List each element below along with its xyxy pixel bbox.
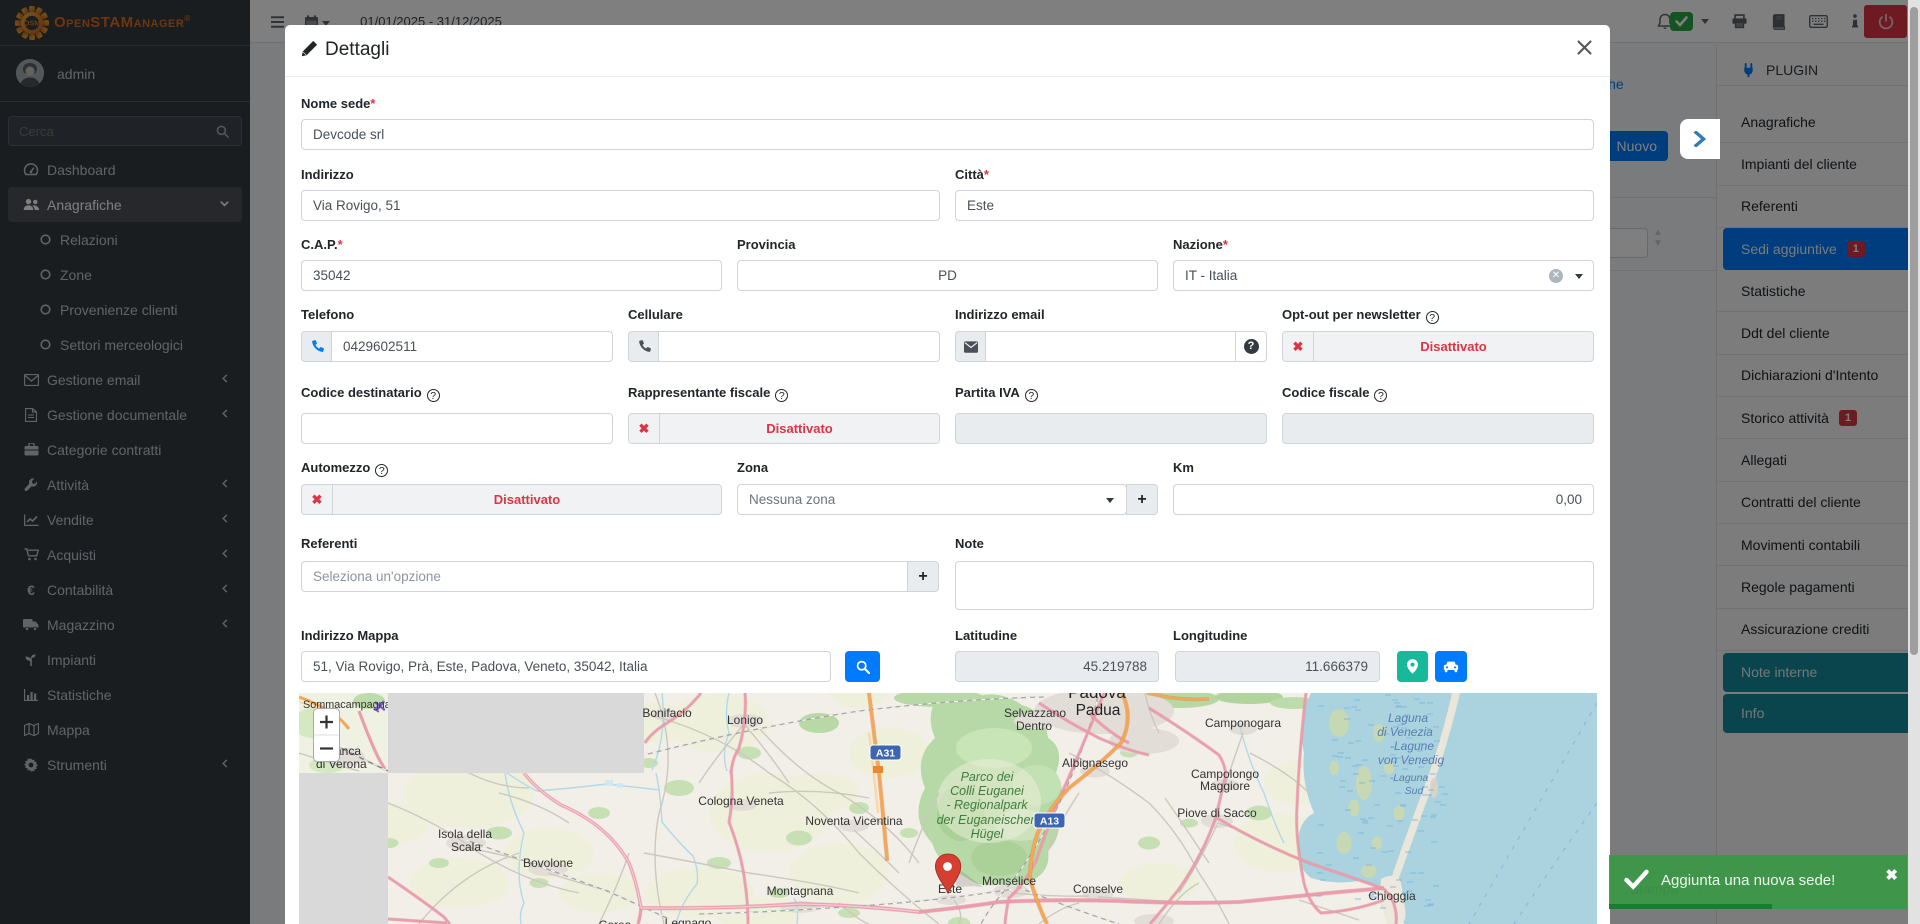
svg-text:Sud: Sud [1405, 785, 1425, 797]
svg-text:der Euganeischen: der Euganeischen [937, 813, 1038, 827]
svg-text:Colli Euganei: Colli Euganei [950, 784, 1025, 798]
svg-text:di Venezia: di Venezia [1377, 725, 1433, 739]
svg-text:- Regionalpark: - Regionalpark [946, 798, 1028, 812]
svg-text:Laguna: Laguna [1388, 711, 1428, 725]
svg-text:von Venedig: von Venedig [1378, 753, 1445, 767]
svg-text:Camponogara: Camponogara [1205, 716, 1281, 730]
svg-text:-Lagune: -Lagune [1390, 739, 1434, 753]
svg-text:Montagnana: Montagnana [767, 884, 834, 898]
svg-text:Maggiore: Maggiore [1200, 779, 1250, 793]
svg-text:Parco dei: Parco dei [961, 770, 1015, 784]
svg-text:A13: A13 [1040, 816, 1059, 828]
svg-text:Cerea: Cerea [599, 918, 632, 924]
svg-text:Conselve: Conselve [1073, 882, 1123, 896]
svg-text:Bovolone: Bovolone [523, 856, 573, 870]
svg-text:Cologna Veneta: Cologna Veneta [698, 794, 784, 808]
svg-text:Bonifacio: Bonifacio [642, 706, 692, 720]
svg-text:Lonigo: Lonigo [727, 713, 763, 727]
svg-text:Noventa Vicentina: Noventa Vicentina [805, 814, 903, 828]
svg-text:Padua: Padua [1076, 702, 1121, 719]
svg-text:Hügel: Hügel [971, 827, 1005, 841]
svg-text:-Laguna: -Laguna [1390, 772, 1429, 784]
svg-text:Monselice: Monselice [982, 874, 1036, 888]
svg-text:Albignasego: Albignasego [1062, 756, 1128, 770]
svg-text:Dentro: Dentro [1016, 719, 1052, 733]
svg-text:Chioggia: Chioggia [1368, 889, 1416, 903]
svg-text:A31: A31 [876, 748, 895, 760]
svg-text:Scala: Scala [451, 840, 481, 854]
svg-text:Isola della: Isola della [438, 827, 492, 841]
svg-text:Selvazzano: Selvazzano [1004, 706, 1066, 720]
svg-text:Piove di Sacco: Piove di Sacco [1177, 806, 1257, 820]
svg-text:Legnago: Legnago [665, 916, 712, 924]
svg-text:Padova: Padova [1068, 693, 1126, 702]
